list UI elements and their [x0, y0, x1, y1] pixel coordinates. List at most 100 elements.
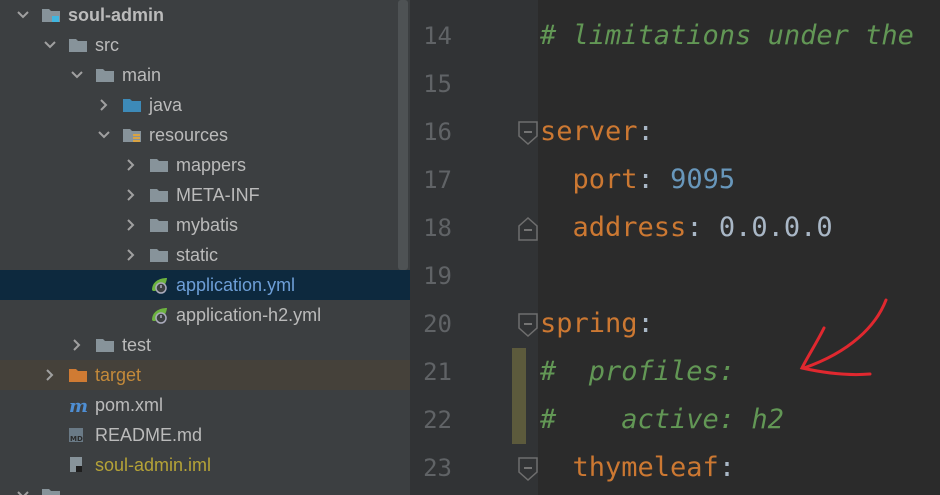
- tree-item-label: pom.xml: [95, 395, 164, 415]
- code-line[interactable]: 20 spring:: [410, 300, 940, 348]
- code-token: :: [718, 452, 736, 483]
- line-number: 16: [423, 118, 452, 146]
- spring-yaml-icon: [148, 300, 170, 330]
- line-number: 15: [423, 70, 452, 98]
- fold-start-icon[interactable]: [516, 456, 540, 482]
- code-token: :: [637, 164, 671, 195]
- code-token: spring: [540, 308, 638, 339]
- tree-item[interactable]: resources: [0, 120, 410, 150]
- line-number: 17: [423, 166, 452, 194]
- svg-text:MD: MD: [70, 435, 83, 443]
- line-number: 23: [423, 454, 452, 482]
- code-text: # limitations under the: [540, 12, 914, 60]
- chevron-right-icon[interactable]: [124, 210, 138, 240]
- tree-item[interactable]: main: [0, 60, 410, 90]
- code-line[interactable]: 21 # profiles:: [410, 348, 940, 396]
- code-token: 9095: [670, 164, 736, 195]
- line-number: 20: [423, 310, 452, 338]
- code-token: thymeleaf: [572, 452, 719, 483]
- chevron-down-icon[interactable]: [97, 120, 111, 150]
- code-line[interactable]: 23 thymeleaf:: [410, 444, 940, 492]
- line-number: 14: [423, 22, 452, 50]
- chevron-down-icon: [17, 11, 29, 19]
- code-token: # active: h2: [540, 404, 784, 435]
- tree-item-label: resources: [149, 125, 229, 145]
- chevron-down-icon[interactable]: [43, 30, 57, 60]
- tree-item-label: static: [176, 245, 219, 265]
- fold-end-icon[interactable]: [516, 216, 540, 242]
- tree-item[interactable]: META-INF: [0, 180, 410, 210]
- code-text: address: 0.0.0.0: [540, 204, 833, 252]
- chevron-right-icon: [73, 339, 81, 351]
- tree-item[interactable]: m pom.xml: [0, 390, 410, 420]
- source-folder-icon: [121, 90, 143, 120]
- tree-item[interactable]: MD README.md: [0, 420, 410, 450]
- chevron-right-icon[interactable]: [97, 90, 111, 120]
- code-line[interactable]: 22 # active: h2: [410, 396, 940, 444]
- chevron-down-icon[interactable]: [16, 480, 30, 495]
- tree-item-label: test: [122, 335, 152, 355]
- tree-item[interactable]: mybatis: [0, 210, 410, 240]
- chevron-down-icon: [98, 131, 110, 139]
- code-token: :: [637, 308, 654, 339]
- chevron-right-icon: [127, 159, 135, 171]
- chevron-down-icon[interactable]: [16, 0, 30, 30]
- tree-item[interactable]: application-h2.yml: [0, 300, 410, 330]
- tree-item[interactable]: src: [0, 30, 410, 60]
- code-line[interactable]: 19: [410, 252, 940, 300]
- tree-item[interactable]: target: [0, 360, 410, 390]
- chevron-right-icon[interactable]: [70, 330, 84, 360]
- folder-icon: [148, 150, 170, 180]
- chevron-right-icon: [127, 249, 135, 261]
- chevron-down-icon[interactable]: [70, 60, 84, 90]
- tree-item[interactable]: mappers: [0, 150, 410, 180]
- tree-item-label: mappers: [176, 155, 247, 175]
- line-number: 19: [423, 262, 452, 290]
- code-token: address: [572, 212, 687, 243]
- tree-item-label: META-INF: [176, 185, 260, 205]
- tree-item[interactable]: java: [0, 90, 410, 120]
- line-number: 22: [423, 406, 452, 434]
- code-text: port: 9095: [540, 156, 736, 204]
- code-token: : 0.0.0.0: [686, 212, 833, 243]
- spring-yaml-icon: [148, 270, 170, 300]
- resources-folder-icon: [121, 120, 143, 150]
- tree-item[interactable]: soul-admin.iml: [0, 450, 410, 480]
- code-line[interactable]: 17 port: 9095: [410, 156, 940, 204]
- tree-item-label: soul-bootstrap: [68, 488, 194, 495]
- fold-start-icon[interactable]: [516, 120, 540, 146]
- tree-scrollbar[interactable]: [398, 0, 408, 270]
- code-token: # limitations under the: [540, 20, 914, 51]
- code-line[interactable]: 15: [410, 60, 940, 108]
- fold-start-icon[interactable]: [516, 312, 540, 338]
- svg-text:m: m: [69, 396, 88, 414]
- chevron-down-icon: [71, 71, 83, 79]
- tree-item[interactable]: soul-bootstrap: [0, 480, 410, 495]
- iml-icon: [67, 450, 89, 480]
- code-token: server: [540, 116, 638, 147]
- code-editor[interactable]: 14 # limitations under the 15 16 server: 17 p…: [410, 0, 940, 495]
- chevron-right-icon[interactable]: [43, 360, 57, 390]
- chevron-right-icon: [127, 219, 135, 231]
- chevron-right-icon[interactable]: [124, 240, 138, 270]
- tree-item[interactable]: test: [0, 330, 410, 360]
- line-number: 21: [423, 358, 452, 386]
- tree-item[interactable]: application.yml: [0, 270, 410, 300]
- excluded-folder-icon: [67, 360, 89, 390]
- folder-icon: [67, 30, 89, 60]
- code-line[interactable]: 14 # limitations under the: [410, 12, 940, 60]
- tree-item[interactable]: soul-admin: [0, 0, 410, 30]
- chevron-right-icon[interactable]: [124, 150, 138, 180]
- tree-item[interactable]: static: [0, 240, 410, 270]
- folder-icon: [148, 210, 170, 240]
- code-text: spring:: [540, 300, 654, 348]
- chevron-right-icon[interactable]: [124, 180, 138, 210]
- code-line[interactable]: 18 address: 0.0.0.0: [410, 204, 940, 252]
- code-line[interactable]: 16 server:: [410, 108, 940, 156]
